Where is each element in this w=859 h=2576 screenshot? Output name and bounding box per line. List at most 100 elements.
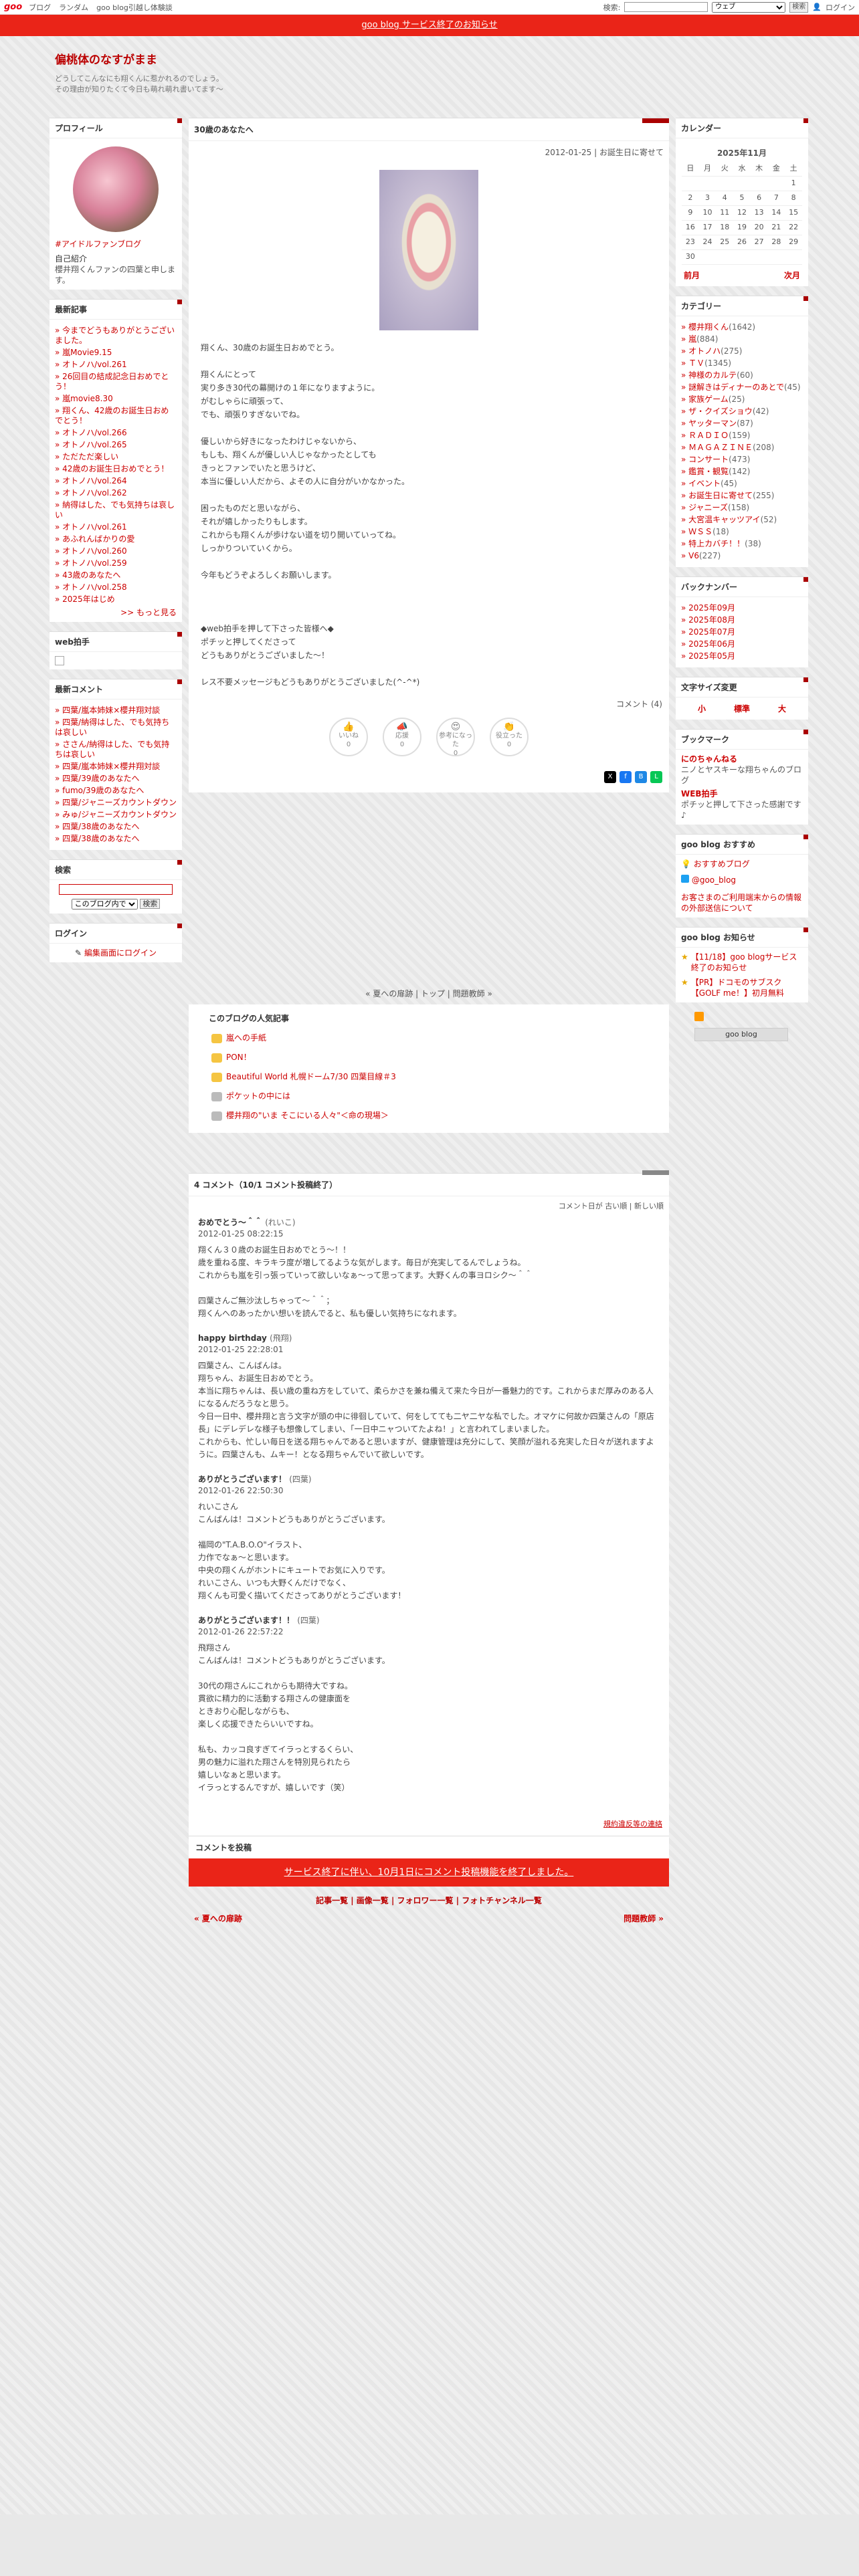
calendar-day[interactable]: 30 xyxy=(682,249,699,265)
recent-comment-item[interactable]: ささん/納得はした、でも気持ちは哀しい xyxy=(55,740,177,760)
footer-nav[interactable]: 記事一覧 | 画像一覧 | フォロワー一覧 | フォトチャンネル一覧 xyxy=(189,1887,669,1910)
news-link[interactable]: 【11/18】goo blogサービス終了のお知らせ xyxy=(691,952,803,973)
calendar-day[interactable]: 3 xyxy=(698,191,717,206)
recent-post-item[interactable]: ただただ楽しい xyxy=(55,452,177,462)
blog-search-scope[interactable]: このブログ内で xyxy=(71,898,138,909)
popular-item[interactable]: 嵐への手紙 xyxy=(211,1032,649,1043)
recent-comment-item[interactable]: 四葉/納得はした、でも気持ちは哀しい xyxy=(55,718,177,738)
recent-post-item[interactable]: あふれんばかりの愛 xyxy=(55,534,177,544)
category-label[interactable]: ザ・クイズショウ xyxy=(688,407,753,416)
backnumber-item[interactable]: 2025年05月 xyxy=(681,651,803,661)
category-item[interactable]: イベント(45) xyxy=(681,479,803,489)
recent-comment-item[interactable]: fumo/39歳のあなたへ xyxy=(55,786,177,796)
popular-item-label[interactable]: 嵐への手紙 xyxy=(226,1033,266,1043)
category-label[interactable]: コンサート xyxy=(688,455,729,464)
category-item[interactable]: ＷＳＳ(18) xyxy=(681,527,803,537)
x-share-icon[interactable]: X xyxy=(604,771,616,783)
category-item[interactable]: 鑑賞・観覧(142) xyxy=(681,467,803,477)
recent-post-item[interactable]: オトノハ/vol.262 xyxy=(55,488,177,498)
calendar-day[interactable]: 10 xyxy=(698,205,717,221)
fan-tag-link[interactable]: #アイドルファンブログ xyxy=(55,239,177,249)
calendar-day[interactable]: 13 xyxy=(750,205,768,221)
recent-comment-item[interactable]: 四葉/嵐本姉妹×櫻井翔対談 xyxy=(55,706,177,716)
category-label[interactable]: ＴＶ xyxy=(688,358,704,368)
cake-photo[interactable] xyxy=(379,170,478,330)
recent-post-item[interactable]: 26回目の結成記念日おめでとう！ xyxy=(55,372,177,392)
notice-link[interactable]: goo blog サービス終了のお知らせ xyxy=(361,20,497,30)
backnumber-item[interactable]: 2025年08月 xyxy=(681,615,803,625)
category-label[interactable]: オトノハ xyxy=(688,346,721,356)
recent-comment-item[interactable]: 四葉/ジャニーズカウントダウン xyxy=(55,798,177,808)
category-item[interactable]: 家族ゲーム(25) xyxy=(681,395,803,405)
backnumber-item[interactable]: 2025年09月 xyxy=(681,603,803,613)
category-label[interactable]: 神様のカルテ xyxy=(688,370,737,380)
goo-logo[interactable]: goo xyxy=(4,2,22,12)
bookmark-link[interactable]: WEB拍手 xyxy=(681,788,803,799)
next-month-link[interactable]: 次月 xyxy=(784,270,800,281)
category-item[interactable]: ＴＶ(1345) xyxy=(681,358,803,368)
calendar-day[interactable]: 25 xyxy=(716,235,734,250)
reaction-button[interactable]: 😍 参考になった 0 xyxy=(436,718,475,757)
calendar-day[interactable]: 9 xyxy=(682,205,699,221)
edit-login-link[interactable]: 編集画面にログイン xyxy=(84,948,157,958)
popular-item[interactable]: PON！ xyxy=(211,1051,649,1063)
prev-post-link[interactable]: « 夏への扉跡 xyxy=(194,1913,242,1924)
news-link[interactable]: 【PR】ドコモのサブスク【GOLF me！】初月無料 xyxy=(691,977,803,998)
recent-comment-item[interactable]: 四葉/38歳のあなたへ xyxy=(55,834,177,844)
category-item[interactable]: 嵐(884) xyxy=(681,334,803,344)
category-label[interactable]: V6 xyxy=(688,551,699,560)
recent-post-item[interactable]: オトノハ/vol.261 xyxy=(55,360,177,370)
backnumber-item[interactable]: 2025年07月 xyxy=(681,627,803,637)
calendar-day[interactable]: 7 xyxy=(767,191,785,206)
blog-search-button[interactable]: 検索 xyxy=(140,898,161,909)
category-item[interactable]: ザ・クイズショウ(42) xyxy=(681,407,803,417)
calendar-day[interactable]: 23 xyxy=(682,235,699,250)
calendar-day[interactable]: 12 xyxy=(733,205,751,221)
recent-post-item[interactable]: 今までどうもありがとうございました。 xyxy=(55,326,177,346)
font-medium-button[interactable]: 標準 xyxy=(734,703,750,714)
category-item[interactable]: ジャニーズ(158) xyxy=(681,503,803,513)
popular-item[interactable]: Beautiful World 札幌ドーム7/30 四葉目線＃3 xyxy=(211,1071,649,1082)
category-item[interactable]: お誕生日に寄せて(255) xyxy=(681,491,803,501)
category-item[interactable]: オトノハ(275) xyxy=(681,346,803,356)
category-label[interactable]: 嵐 xyxy=(688,334,696,344)
line-share-icon[interactable]: L xyxy=(650,771,662,783)
topbar-link-random[interactable]: ランダム xyxy=(59,2,88,13)
category-label[interactable]: 櫻井翔くん xyxy=(688,322,729,332)
popular-item-label[interactable]: Beautiful World 札幌ドーム7/30 四葉目線＃3 xyxy=(226,1072,396,1081)
calendar-day[interactable]: 26 xyxy=(733,235,751,250)
category-item[interactable]: ＭＡＧＡＺＩＮＥ(208) xyxy=(681,443,803,453)
category-label[interactable]: ＷＳＳ xyxy=(688,527,712,536)
more-link[interactable]: >> もっと見る xyxy=(55,607,177,618)
popular-item[interactable]: 櫻井翔の"いま そこにいる人々"＜命の現場＞ xyxy=(211,1109,649,1121)
recent-post-item[interactable]: オトノハ/vol.259 xyxy=(55,558,177,568)
calendar-day[interactable]: 15 xyxy=(785,205,802,221)
recent-post-item[interactable]: オトノハ/vol.265 xyxy=(55,440,177,450)
popular-item-label[interactable]: 櫻井翔の"いま そこにいる人々"＜命の現場＞ xyxy=(226,1111,389,1120)
category-label[interactable]: 謎解きはディナーのあとで xyxy=(688,383,784,392)
blog-search-input[interactable] xyxy=(59,884,173,895)
rss-icon[interactable] xyxy=(694,1011,704,1021)
next-post-link[interactable]: 問題教師 » xyxy=(624,1913,664,1924)
comment-sort[interactable]: コメント日が 古い順 | 新しい順 xyxy=(189,1196,669,1215)
category-item[interactable]: ヤッターマン(87) xyxy=(681,419,803,429)
twitter-link[interactable]: @goo_blog xyxy=(692,875,736,885)
top-search-button[interactable]: 検索 xyxy=(789,1,809,13)
category-item[interactable]: 大宮温キャッツアイ(52) xyxy=(681,515,803,525)
calendar-day[interactable]: 5 xyxy=(733,191,751,206)
reaction-button[interactable]: 📣 応援 0 xyxy=(383,718,421,756)
category-label[interactable]: 特上カバチ！！ xyxy=(688,539,745,548)
calendar-day[interactable]: 19 xyxy=(733,220,751,235)
webclap-image[interactable] xyxy=(55,656,64,665)
category-label[interactable]: 大宮温キャッツアイ xyxy=(688,515,760,524)
reaction-button[interactable]: 👏 役立った 0 xyxy=(490,718,529,756)
recommend-link[interactable]: おすすめブログ xyxy=(694,859,750,869)
popular-item-label[interactable]: ポケットの中には xyxy=(226,1091,290,1101)
calendar-day[interactable]: 1 xyxy=(785,176,802,191)
calendar-day[interactable]: 21 xyxy=(767,220,785,235)
calendar-day[interactable]: 11 xyxy=(716,205,734,221)
goo-blog-logo[interactable]: goo blog xyxy=(694,1027,788,1041)
reaction-button[interactable]: 👍 いいね 0 xyxy=(329,718,368,756)
calendar-day[interactable]: 17 xyxy=(698,220,717,235)
top-search-input[interactable] xyxy=(624,2,708,12)
